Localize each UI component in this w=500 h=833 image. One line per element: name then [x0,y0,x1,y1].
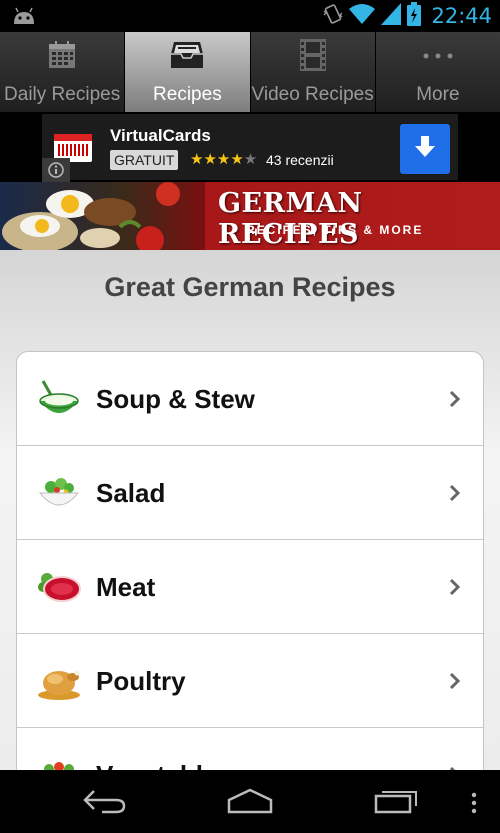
category-item-soup-stew[interactable]: Soup & Stew [17,352,483,446]
food-photo [0,182,205,250]
clock: 22:44 [431,4,492,28]
vegetables-icon [37,755,81,770]
android-icon [12,6,36,31]
download-arrow-icon [413,135,437,163]
vibrate-icon [323,3,343,30]
category-label: Poultry [96,666,186,696]
chevron-right-icon [449,390,461,413]
tab-bar: Daily Recipes Recipes Video Recipes More [0,32,500,112]
calendar-icon [47,40,77,75]
wifi-icon [349,3,376,30]
category-list: Soup & Stew Salad Meat Poultry [16,351,484,770]
ad-title: VirtualCards [110,126,211,145]
category-label: Soup & Stew [96,384,255,414]
banner-subtitle: RECIPES, TIPS & MORE [246,223,424,237]
chevron-right-icon [449,672,461,695]
ad-banner[interactable]: VirtualCards GRATUIT ★★★★★ 43 recenzii [0,112,500,182]
tab-recipes[interactable]: Recipes [125,32,251,112]
chevron-right-icon [449,484,461,507]
ad-review-count: 43 recenzii [266,152,334,168]
overflow-menu-icon[interactable] [470,792,478,819]
chevron-right-icon [449,578,461,601]
ad-price-badge: GRATUIT [110,150,179,170]
category-item-poultry[interactable]: Poultry [17,634,483,728]
status-bar: 22:44 [0,0,500,32]
category-label: Vegetables [96,728,232,770]
recent-apps-icon[interactable] [374,788,420,819]
category-item-salad[interactable]: Salad [17,446,483,540]
page-title: Great German Recipes [104,272,396,302]
german-recipes-banner: GERMAN RECIPES RECIPES, TIPS & MORE [0,182,500,250]
salad-bowl-icon [37,473,81,513]
category-label: Salad [96,478,166,508]
tab-daily-recipes[interactable]: Daily Recipes [0,32,126,112]
film-icon [299,38,326,76]
inbox-icon [170,40,204,75]
more-icon [421,48,455,66]
category-label: Meat [96,572,156,602]
star-filled-icon: ★★★★ [190,151,244,168]
back-icon[interactable] [82,788,128,819]
tab-label: Recipes [153,84,222,105]
main-content: Great German Recipes Soup & Stew Salad M… [0,250,500,770]
tab-label: Video Recipes [251,84,374,105]
home-icon[interactable] [226,788,274,819]
banner-title: GERMAN RECIPES [218,188,363,250]
soup-bowl-icon [37,379,81,419]
roast-chicken-icon [37,661,81,701]
battery-charging-icon [407,1,422,31]
ad-info-icon[interactable] [42,158,70,182]
category-item-vegetables[interactable]: Vegetables [17,728,483,770]
system-nav-bar [0,770,500,833]
tab-label: More [416,84,460,105]
download-button[interactable] [400,124,450,174]
signal-icon [381,2,402,30]
star-empty-icon: ★ [243,151,258,168]
tab-label: Daily Recipes [4,84,121,105]
tab-video-recipes[interactable]: Video Recipes [250,32,376,112]
tab-more[interactable]: More [375,32,500,112]
category-item-meat[interactable]: Meat [17,540,483,634]
rating-stars: ★★★★★ [190,150,257,168]
meat-icon [37,567,81,607]
